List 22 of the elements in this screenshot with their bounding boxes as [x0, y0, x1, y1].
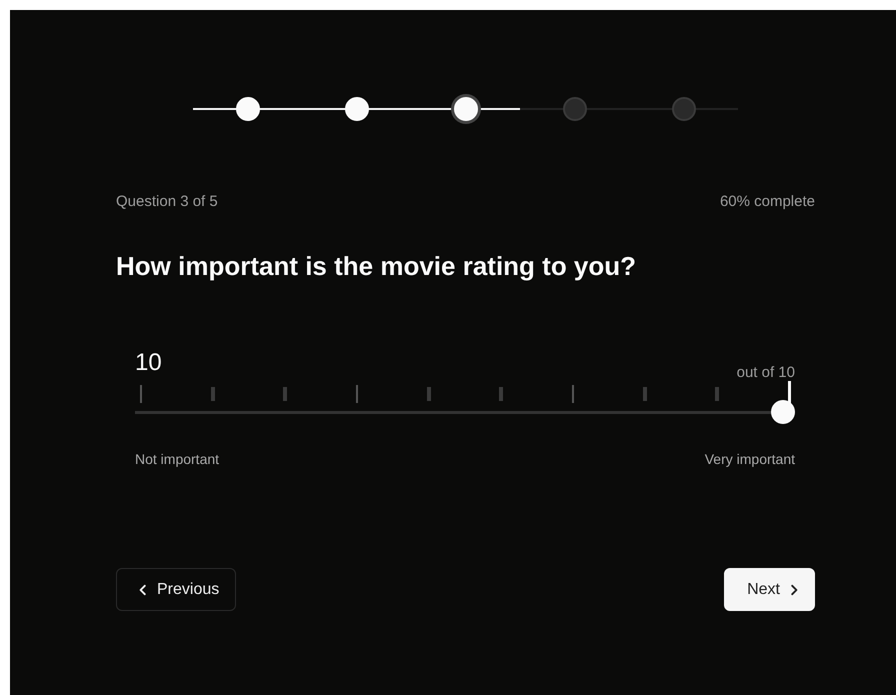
tick-mark — [714, 387, 719, 401]
tick-mark — [643, 387, 647, 401]
question-counter: Question 3 of 5 — [116, 193, 218, 211]
chevron-right-icon — [788, 584, 800, 596]
previous-button[interactable]: Previous — [116, 568, 236, 611]
tick-mark — [210, 387, 215, 401]
next-button[interactable]: Next — [724, 568, 815, 611]
max-caption: Very important — [704, 451, 795, 467]
tick-mark — [140, 385, 142, 403]
tick-mark — [788, 381, 791, 403]
tick-mark — [426, 387, 431, 401]
slider-value: 10 — [135, 349, 162, 377]
question-text: How important is the movie rating to you? — [116, 250, 638, 282]
chevron-left-icon — [137, 584, 149, 596]
tick-mark — [356, 385, 358, 403]
slider-thumb[interactable] — [771, 400, 795, 424]
tick-mark — [499, 387, 503, 401]
tick-mark — [572, 385, 574, 403]
completion-percent: 60% complete — [720, 193, 815, 211]
tick-mark — [282, 387, 287, 401]
max-label: out of 10 — [736, 364, 795, 382]
min-caption: Not important — [135, 451, 220, 467]
